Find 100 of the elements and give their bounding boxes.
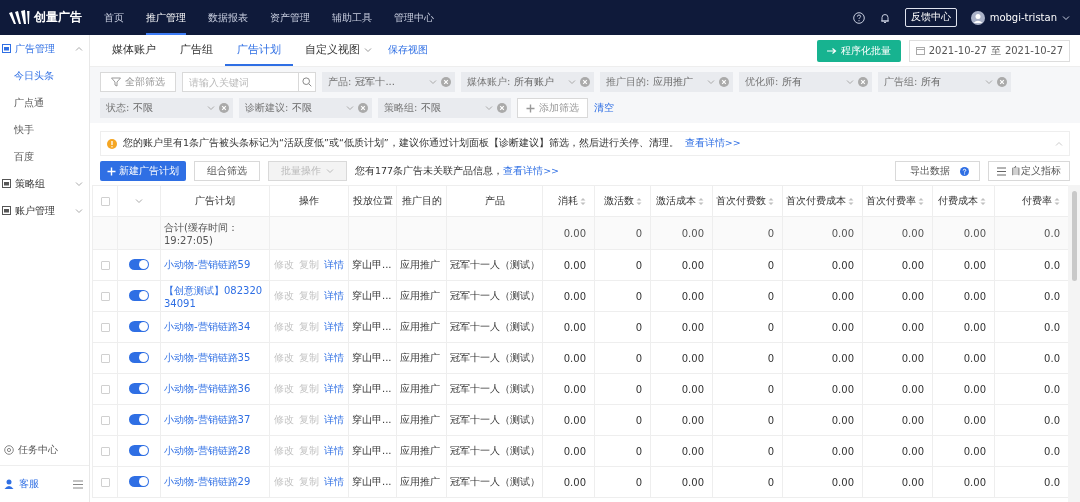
action-link[interactable]: 详情 bbox=[324, 258, 344, 272]
status-toggle[interactable] bbox=[129, 476, 149, 487]
expand-caret-icon bbox=[135, 196, 143, 205]
status-toggle[interactable] bbox=[129, 383, 149, 394]
help-icon[interactable] bbox=[852, 11, 865, 24]
nav-item[interactable]: 资产管理 bbox=[270, 0, 310, 35]
nav-item[interactable]: 数据报表 bbox=[208, 0, 248, 35]
filter-select[interactable]: 产品: 冠军十... bbox=[322, 72, 455, 92]
clear-icon[interactable] bbox=[441, 77, 451, 87]
table-cell: 0 bbox=[635, 414, 642, 426]
bell-icon[interactable] bbox=[878, 11, 891, 24]
action-link[interactable]: 详情 bbox=[324, 413, 344, 427]
clear-icon[interactable] bbox=[358, 103, 368, 113]
row-checkbox[interactable] bbox=[100, 261, 110, 270]
filter-select[interactable]: 广告组: 所有 bbox=[878, 72, 1011, 92]
batch-button[interactable]: 程序化批量 bbox=[816, 39, 901, 62]
custom-metrics-button[interactable]: 自定义指标 bbox=[988, 161, 1070, 181]
view-tab[interactable]: 广告组 bbox=[168, 35, 225, 66]
filter-select[interactable]: 状态: 不限 bbox=[100, 98, 233, 118]
export-button[interactable]: 导出数据 bbox=[895, 161, 980, 181]
row-checkbox[interactable] bbox=[100, 416, 110, 425]
menu-icon[interactable] bbox=[73, 479, 83, 489]
checkbox[interactable] bbox=[100, 197, 110, 206]
action-link[interactable]: 详情 bbox=[324, 382, 344, 396]
action-link[interactable]: 详情 bbox=[324, 289, 344, 303]
plus-icon bbox=[107, 166, 116, 176]
save-view-link[interactable]: 保存视图 bbox=[388, 44, 428, 57]
search-button[interactable] bbox=[299, 72, 316, 92]
view-tab[interactable]: 媒体账户 bbox=[100, 35, 168, 66]
new-plan-button[interactable]: 新建广告计划 bbox=[100, 161, 186, 181]
filter-select[interactable]: 优化师: 所有 bbox=[739, 72, 872, 92]
task-center-link[interactable]: 任务中心 bbox=[18, 443, 58, 457]
sort-icon[interactable] bbox=[848, 196, 854, 206]
row-checkbox[interactable] bbox=[100, 447, 110, 456]
table-cell: 0.00 bbox=[901, 383, 924, 395]
status-toggle[interactable] bbox=[129, 259, 149, 270]
row-checkbox[interactable] bbox=[100, 292, 110, 301]
nav-item[interactable]: 管理中心 bbox=[394, 0, 434, 35]
clear-link[interactable]: 清空 bbox=[594, 101, 614, 115]
sort-icon[interactable] bbox=[918, 196, 924, 206]
table-cell: 0.0 bbox=[1044, 383, 1060, 395]
sort-icon[interactable] bbox=[636, 196, 642, 206]
notice-link[interactable]: 查看详情>> bbox=[684, 137, 741, 150]
sidebar-item[interactable]: 今日头条 bbox=[0, 62, 89, 89]
clear-icon[interactable] bbox=[580, 77, 590, 87]
status-toggle[interactable] bbox=[129, 290, 149, 301]
status-toggle[interactable] bbox=[129, 445, 149, 456]
search-field[interactable]: 请输入关键词 bbox=[182, 72, 299, 92]
sort-icon[interactable] bbox=[1054, 196, 1060, 206]
filter-select[interactable]: 诊断建议: 不限 bbox=[239, 98, 372, 118]
row-checkbox[interactable] bbox=[100, 478, 110, 487]
status-toggle[interactable] bbox=[129, 352, 149, 363]
view-tab[interactable]: 自定义视图 bbox=[293, 35, 384, 66]
nav-item[interactable]: 辅助工具 bbox=[332, 0, 372, 35]
table-cell: 应用推广 bbox=[400, 321, 440, 332]
sidebar-group[interactable]: 策略组 bbox=[0, 170, 89, 197]
sort-icon[interactable] bbox=[768, 196, 774, 206]
sidebar-item[interactable]: 百度 bbox=[0, 143, 89, 170]
sort-icon[interactable] bbox=[580, 196, 586, 206]
row-checkbox[interactable] bbox=[100, 323, 110, 332]
status-toggle[interactable] bbox=[129, 321, 149, 332]
table-cell: 0.00 bbox=[963, 414, 986, 426]
total-cell: 0 bbox=[767, 227, 774, 239]
column-header: 付费成本 bbox=[938, 194, 978, 208]
panel-icon bbox=[2, 44, 11, 53]
scrollbar[interactable] bbox=[1068, 185, 1080, 502]
sidebar-group[interactable]: 广告管理 bbox=[0, 35, 89, 62]
row-checkbox[interactable] bbox=[100, 385, 110, 394]
filter-select[interactable]: 推广目的: 应用推广 bbox=[600, 72, 733, 92]
support-link[interactable]: 客服 bbox=[19, 477, 68, 491]
filter-select[interactable]: 媒体账户: 所有账户 bbox=[461, 72, 594, 92]
combo-filter-button[interactable]: 组合筛选 bbox=[194, 161, 260, 181]
warning-icon bbox=[107, 138, 117, 149]
info-link[interactable]: 查看详情>> bbox=[503, 164, 560, 178]
clear-icon[interactable] bbox=[858, 77, 868, 87]
status-toggle[interactable] bbox=[129, 414, 149, 425]
action-link[interactable]: 详情 bbox=[324, 475, 344, 489]
action-link[interactable]: 详情 bbox=[324, 444, 344, 458]
row-checkbox[interactable] bbox=[100, 354, 110, 363]
add-filter-button[interactable]: 添加筛选 bbox=[517, 98, 588, 118]
clear-icon[interactable] bbox=[497, 103, 507, 113]
sort-icon[interactable] bbox=[980, 196, 986, 206]
action-link[interactable]: 详情 bbox=[324, 320, 344, 334]
clear-icon[interactable] bbox=[219, 103, 229, 113]
sort-icon[interactable] bbox=[698, 196, 704, 206]
filter-select[interactable]: 策略组: 不限 bbox=[378, 98, 511, 118]
caret-icon bbox=[364, 45, 372, 54]
all-filters-button[interactable]: 全部筛选 bbox=[100, 72, 176, 92]
sidebar-item[interactable]: 广点通 bbox=[0, 89, 89, 116]
date-range-field[interactable]: 2021-10-27 至 2021-10-27 bbox=[908, 39, 1070, 62]
feedback-button[interactable]: 反馈中心 bbox=[904, 8, 957, 27]
avatar-icon[interactable] bbox=[970, 10, 985, 25]
clear-icon[interactable] bbox=[719, 77, 729, 87]
user-name[interactable]: mobgi-tristan bbox=[989, 12, 1057, 23]
table-cell: 0.00 bbox=[563, 414, 586, 426]
nav-item[interactable]: 首页 bbox=[104, 0, 124, 35]
clear-icon[interactable] bbox=[997, 77, 1007, 87]
sidebar-group[interactable]: 账户管理 bbox=[0, 197, 89, 224]
sidebar-item[interactable]: 快手 bbox=[0, 116, 89, 143]
action-link[interactable]: 详情 bbox=[324, 351, 344, 365]
